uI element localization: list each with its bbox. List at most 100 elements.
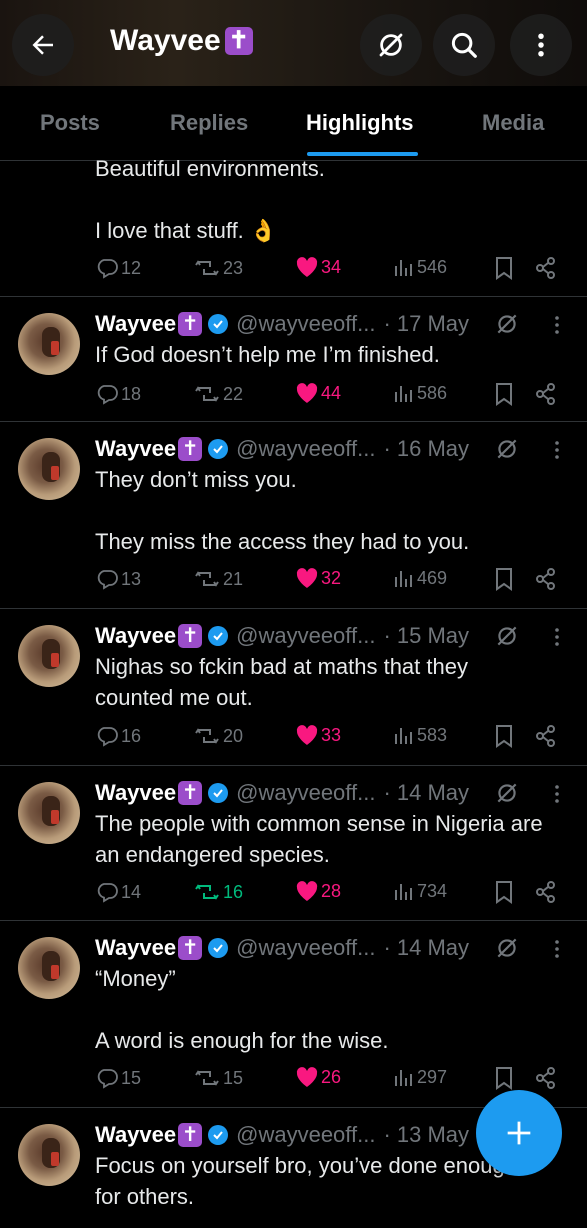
post-item[interactable]: Wayvee ✝ @wayveeoff... · 15 May Nighas so fc… xyxy=(0,609,587,766)
repost-button[interactable]: 21 xyxy=(193,567,243,591)
grok-explain-button[interactable] xyxy=(494,436,520,467)
views-icon xyxy=(395,386,412,402)
bookmark-button[interactable] xyxy=(493,1066,515,1090)
avatar[interactable] xyxy=(18,937,80,999)
post-more-button[interactable] xyxy=(548,782,566,811)
compose-button[interactable] xyxy=(476,1090,562,1176)
search-button[interactable] xyxy=(433,14,495,76)
verified-badge-icon xyxy=(208,314,229,334)
tab-posts[interactable]: Posts xyxy=(40,110,100,136)
bookmark-button[interactable] xyxy=(493,382,515,406)
like-button[interactable]: 44 xyxy=(295,382,341,404)
repost-button[interactable]: 23 xyxy=(193,256,243,280)
repost-count: 15 xyxy=(223,1067,244,1088)
like-button[interactable]: 33 xyxy=(295,724,341,746)
display-name[interactable]: Wayvee xyxy=(95,311,176,337)
views-button[interactable]: 546 xyxy=(393,256,447,278)
grok-explain-button[interactable] xyxy=(494,311,520,342)
post-date[interactable]: · 14 May xyxy=(383,935,469,961)
post-date[interactable]: · 13 May xyxy=(383,1122,469,1148)
user-handle[interactable]: @wayveeoff... xyxy=(236,623,375,649)
views-button[interactable]: 469 xyxy=(393,567,447,589)
display-name[interactable]: Wayvee xyxy=(95,780,176,806)
post-more-button[interactable] xyxy=(548,438,566,467)
repost-button[interactable]: 22 xyxy=(193,382,243,406)
bookmark-button[interactable] xyxy=(493,567,515,591)
views-icon xyxy=(395,571,412,587)
grok-explain-button[interactable] xyxy=(494,623,520,654)
post-item[interactable]: Wayvee ✝ @wayveeoff... · 16 May They don’t m… xyxy=(0,422,587,609)
post-date[interactable]: · 16 May xyxy=(383,436,469,462)
heart-icon xyxy=(296,383,318,403)
grok-icon xyxy=(497,439,517,459)
bookmark-button[interactable] xyxy=(493,256,515,280)
avatar[interactable] xyxy=(18,782,80,844)
reply-button[interactable]: 16 xyxy=(95,724,141,748)
avatar[interactable] xyxy=(18,438,80,500)
share-button[interactable] xyxy=(535,880,557,904)
views-button[interactable]: 583 xyxy=(393,724,447,746)
display-name[interactable]: Wayvee xyxy=(95,436,176,462)
share-button[interactable] xyxy=(535,1066,557,1090)
post-date[interactable]: · 17 May xyxy=(383,311,469,337)
like-button[interactable]: 28 xyxy=(295,880,341,902)
user-handle[interactable]: @wayveeoff... xyxy=(236,780,375,806)
user-handle[interactable]: @wayveeoff... xyxy=(236,436,375,462)
like-button[interactable]: 34 xyxy=(295,256,341,278)
reply-button[interactable]: 13 xyxy=(95,567,141,591)
share-button[interactable] xyxy=(535,724,557,748)
post-item[interactable]: Wayvee ✝ @wayveeoff... · 14 May “Money” A wor… xyxy=(0,921,587,1108)
share-button[interactable] xyxy=(535,382,557,406)
repost-button[interactable]: 15 xyxy=(193,1066,243,1090)
reply-button[interactable]: 15 xyxy=(95,1066,141,1090)
avatar[interactable] xyxy=(18,625,80,687)
user-handle[interactable]: @wayveeoff... xyxy=(236,311,375,337)
tab-replies[interactable]: Replies xyxy=(170,110,248,136)
views-button[interactable]: 586 xyxy=(393,382,447,404)
share-button[interactable] xyxy=(535,256,557,280)
user-handle[interactable]: @wayveeoff... xyxy=(236,935,375,961)
repost-icon xyxy=(195,1070,219,1086)
post-more-button[interactable] xyxy=(548,625,566,654)
tab-highlights[interactable]: Highlights xyxy=(306,110,414,136)
display-name[interactable]: Wayvee xyxy=(95,623,176,649)
bookmark-button[interactable] xyxy=(493,880,515,904)
vertical-dots-icon xyxy=(555,441,559,459)
grok-explain-button[interactable] xyxy=(494,780,520,811)
views-button[interactable]: 734 xyxy=(393,880,447,902)
reply-button[interactable]: 12 xyxy=(95,256,141,280)
user-handle[interactable]: @wayveeoff... xyxy=(236,1122,375,1148)
post-text: If God doesn’t help me I’m finished. xyxy=(95,342,440,367)
back-button[interactable] xyxy=(12,14,74,76)
verified-badge-icon xyxy=(208,1125,229,1145)
post-item[interactable]: Wayvee ✝ @wayveeoff... · 17 May If God doesn… xyxy=(0,297,587,422)
repost-count: 20 xyxy=(223,725,244,746)
grok-explain-button[interactable] xyxy=(494,935,520,966)
heart-icon xyxy=(296,568,318,588)
views-button[interactable]: 297 xyxy=(393,1066,447,1088)
reply-icon xyxy=(97,883,118,903)
post-more-button[interactable] xyxy=(548,937,566,966)
reply-button[interactable]: 14 xyxy=(95,880,141,904)
grok-button[interactable] xyxy=(360,14,422,76)
more-options-button[interactable] xyxy=(510,14,572,76)
post-header: Wayvee ✝ @wayveeoff... · 17 May xyxy=(95,311,469,337)
tab-media[interactable]: Media xyxy=(482,110,544,136)
bookmark-button[interactable] xyxy=(493,724,515,748)
verified-badge-icon xyxy=(208,938,229,958)
like-button[interactable]: 32 xyxy=(295,567,341,589)
post-item[interactable]: Wayvee ✝ @wayveeoff... · 14 May The people w… xyxy=(0,766,587,921)
avatar[interactable] xyxy=(18,313,80,375)
repost-button[interactable]: 16 xyxy=(193,880,243,904)
display-name[interactable]: Wayvee xyxy=(95,935,176,961)
reply-button[interactable]: 18 xyxy=(95,382,141,406)
avatar[interactable] xyxy=(18,1124,80,1186)
share-button[interactable] xyxy=(535,567,557,591)
repost-button[interactable]: 20 xyxy=(193,724,243,748)
post-date[interactable]: · 14 May xyxy=(383,780,469,806)
post-more-button[interactable] xyxy=(548,313,566,342)
like-button[interactable]: 26 xyxy=(295,1066,341,1088)
display-name[interactable]: Wayvee xyxy=(95,1122,176,1148)
post-date[interactable]: · 15 May xyxy=(383,623,469,649)
post-item[interactable]: Beautiful environments. I love that stuf… xyxy=(0,156,587,297)
